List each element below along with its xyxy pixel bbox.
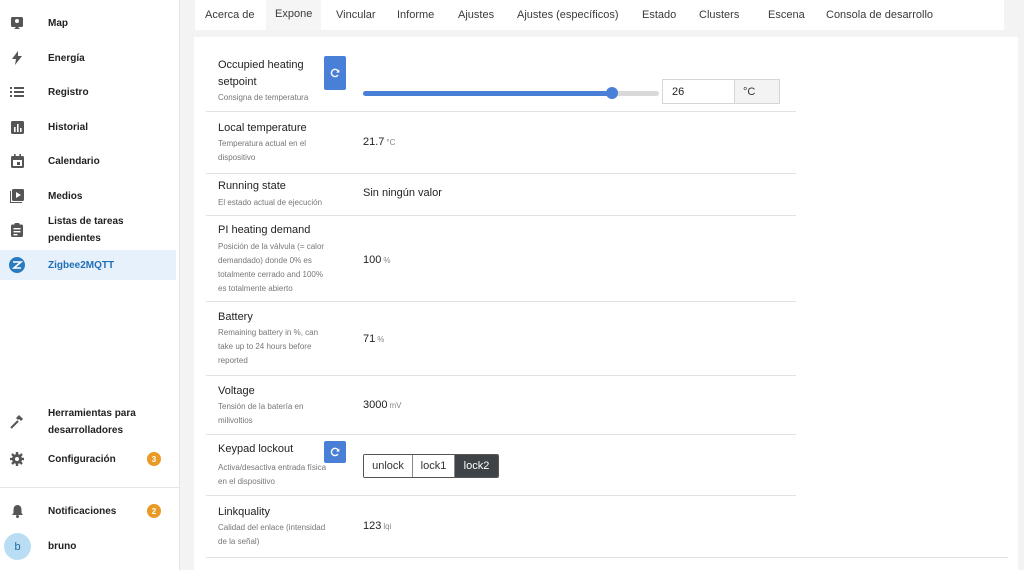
refresh-icon — [330, 68, 340, 78]
voltage-value: 3000 mV — [363, 399, 402, 411]
list-icon — [9, 84, 25, 100]
calendar-icon — [9, 153, 25, 169]
linkquality-row: Linkquality Calidad del enlace (intensid… — [206, 496, 796, 557]
settings-badge: 3 — [147, 452, 161, 466]
content-bottom-divider — [206, 557, 1008, 558]
battery-title: Battery — [218, 311, 253, 323]
linkquality-value: 123 lqi — [363, 520, 392, 532]
setpoint-desc: Consigna de temperatura — [218, 93, 309, 102]
tab-estado[interactable]: Estado — [642, 0, 676, 30]
chart-icon — [9, 119, 25, 135]
battery-row: Battery Remaining battery in %, can take … — [206, 302, 796, 376]
setpoint-row: Occupied heating setpoint Consigna de tem… — [206, 48, 796, 112]
slider-thumb[interactable] — [605, 87, 618, 99]
sidebar-item-settings[interactable]: Configuración 3 — [0, 444, 176, 474]
tab-acerca-de[interactable]: Acerca de — [205, 0, 255, 30]
notifications-badge: 2 — [147, 504, 161, 518]
linkquality-title: Linkquality — [218, 506, 270, 518]
sidebar-item-label: Energía — [48, 52, 85, 64]
keypad-lockout-row: Keypad lockout Activa/desactiva entrada … — [206, 435, 796, 496]
keypad-lockout-title: Keypad lockout — [218, 443, 294, 455]
bell-icon — [9, 503, 25, 519]
sidebar-item-label: Herramientas para desarrolladores — [48, 408, 136, 436]
sidebar-item-media[interactable]: Medios — [0, 181, 176, 211]
sidebar: Map Energía Registro Historial Calendari… — [0, 0, 180, 570]
sidebar-item-label: Registro — [48, 86, 89, 98]
keypad-option-unlock[interactable]: unlock — [364, 455, 413, 477]
sidebar-item-map[interactable]: Map — [0, 8, 176, 38]
setpoint-unit: °C — [734, 79, 780, 104]
running-state-title: Running state — [218, 180, 286, 192]
setpoint-slider[interactable] — [363, 87, 659, 99]
map-icon — [9, 15, 25, 31]
local-temperature-row: Local temperature Temperatura actual en … — [206, 112, 796, 174]
running-state-desc: El estado actual de ejecución — [218, 198, 323, 207]
exposes-panel: Occupied heating setpoint Consigna de tem… — [194, 37, 1018, 570]
tab-vincular[interactable]: Vincular — [336, 0, 376, 30]
pi-heating-demand-desc: Posición de la válvula (= calor demandado… — [218, 242, 325, 293]
pi-heating-demand-row: PI heating demand Posición de la válvula… — [206, 216, 796, 302]
pi-heating-demand-value: 100% — [363, 254, 391, 266]
sidebar-item-label: Map — [48, 17, 68, 29]
user-name: bruno — [48, 540, 77, 552]
sidebar-item-calendar[interactable]: Calendario — [0, 146, 176, 176]
tab-consola-desarrollo[interactable]: Consola de desarrollo — [826, 0, 933, 30]
sidebar-item-label: Zigbee2MQTT — [48, 259, 115, 271]
lightning-icon — [9, 50, 25, 66]
sidebar-item-dev-tools[interactable]: Herramientas para desarrolladores — [0, 404, 176, 440]
device-tabs: Acerca de Expone Vincular Informe Ajuste… — [195, 0, 1004, 30]
keypad-lockout-desc: Activa/desactiva entrada física en el dis… — [218, 463, 327, 486]
sidebar-item-label: Calendario — [48, 155, 100, 167]
setpoint-input[interactable]: 26 — [662, 79, 735, 104]
pi-heating-demand-title: PI heating demand — [218, 224, 311, 236]
running-state-value: Sin ningún valor — [363, 187, 442, 199]
refresh-icon — [330, 447, 340, 457]
setpoint-refresh-button[interactable] — [324, 56, 346, 90]
sidebar-item-zigbee2mqtt[interactable]: Zigbee2MQTT — [0, 250, 176, 280]
sidebar-item-energy[interactable]: Energía — [0, 43, 176, 73]
tab-ajustes[interactable]: Ajustes — [458, 0, 494, 30]
zigbee-icon — [9, 257, 25, 273]
voltage-title: Voltage — [218, 385, 255, 397]
sidebar-item-label: Historial — [48, 121, 89, 133]
sidebar-item-log[interactable]: Registro — [0, 77, 176, 107]
tab-escena[interactable]: Escena — [768, 0, 805, 30]
local-temperature-title: Local temperature — [218, 122, 307, 134]
clipboard-icon — [9, 222, 25, 238]
sidebar-item-label: Notificaciones — [48, 505, 117, 517]
sidebar-item-todo[interactable]: Listas de tareas pendientes — [0, 215, 176, 245]
battery-desc: Remaining battery in %, can take up to 24… — [218, 328, 319, 365]
main-panel: Acerca de Expone Vincular Informe Ajuste… — [180, 0, 1024, 570]
battery-value: 71% — [363, 333, 385, 345]
sidebar-divider — [0, 487, 180, 488]
gear-icon — [9, 451, 25, 467]
local-temperature-desc: Temperatura actual en el dispositivo — [218, 139, 307, 162]
tab-clusters[interactable]: Clusters — [699, 0, 739, 30]
sidebar-item-notifications[interactable]: Notificaciones 2 — [0, 496, 176, 526]
setpoint-title: Occupied heating setpoint — [218, 59, 304, 88]
tab-ajustes-especificos[interactable]: Ajustes (específicos) — [517, 0, 618, 30]
play-icon — [9, 188, 25, 204]
running-state-row: Running state El estado actual de ejecuc… — [206, 174, 796, 216]
sidebar-item-user[interactable]: bruno — [0, 531, 176, 561]
voltage-desc: Tensión de la batería en milivoltios — [218, 402, 304, 425]
linkquality-desc: Calidad del enlace (intensidad de la seña… — [218, 523, 326, 546]
sidebar-item-label: Listas de tareas pendientes — [48, 216, 124, 244]
sidebar-item-history[interactable]: Historial — [0, 112, 176, 142]
tab-expone[interactable]: Expone — [266, 0, 322, 30]
hammer-icon — [9, 414, 25, 430]
sidebar-item-label: Configuración — [48, 453, 116, 465]
keypad-option-lock1[interactable]: lock1 — [413, 455, 455, 477]
keypad-lockout-selector: unlock lock1 lock2 — [363, 454, 499, 478]
sidebar-item-label: Medios — [48, 190, 83, 202]
slider-fill — [363, 91, 612, 96]
tab-informe[interactable]: Informe — [397, 0, 434, 30]
local-temperature-value: 21.7 °C — [363, 136, 396, 148]
keypad-option-lock2[interactable]: lock2 — [455, 455, 498, 477]
voltage-row: Voltage Tensión de la batería en milivolt… — [206, 376, 796, 435]
keypad-refresh-button[interactable] — [324, 441, 346, 463]
